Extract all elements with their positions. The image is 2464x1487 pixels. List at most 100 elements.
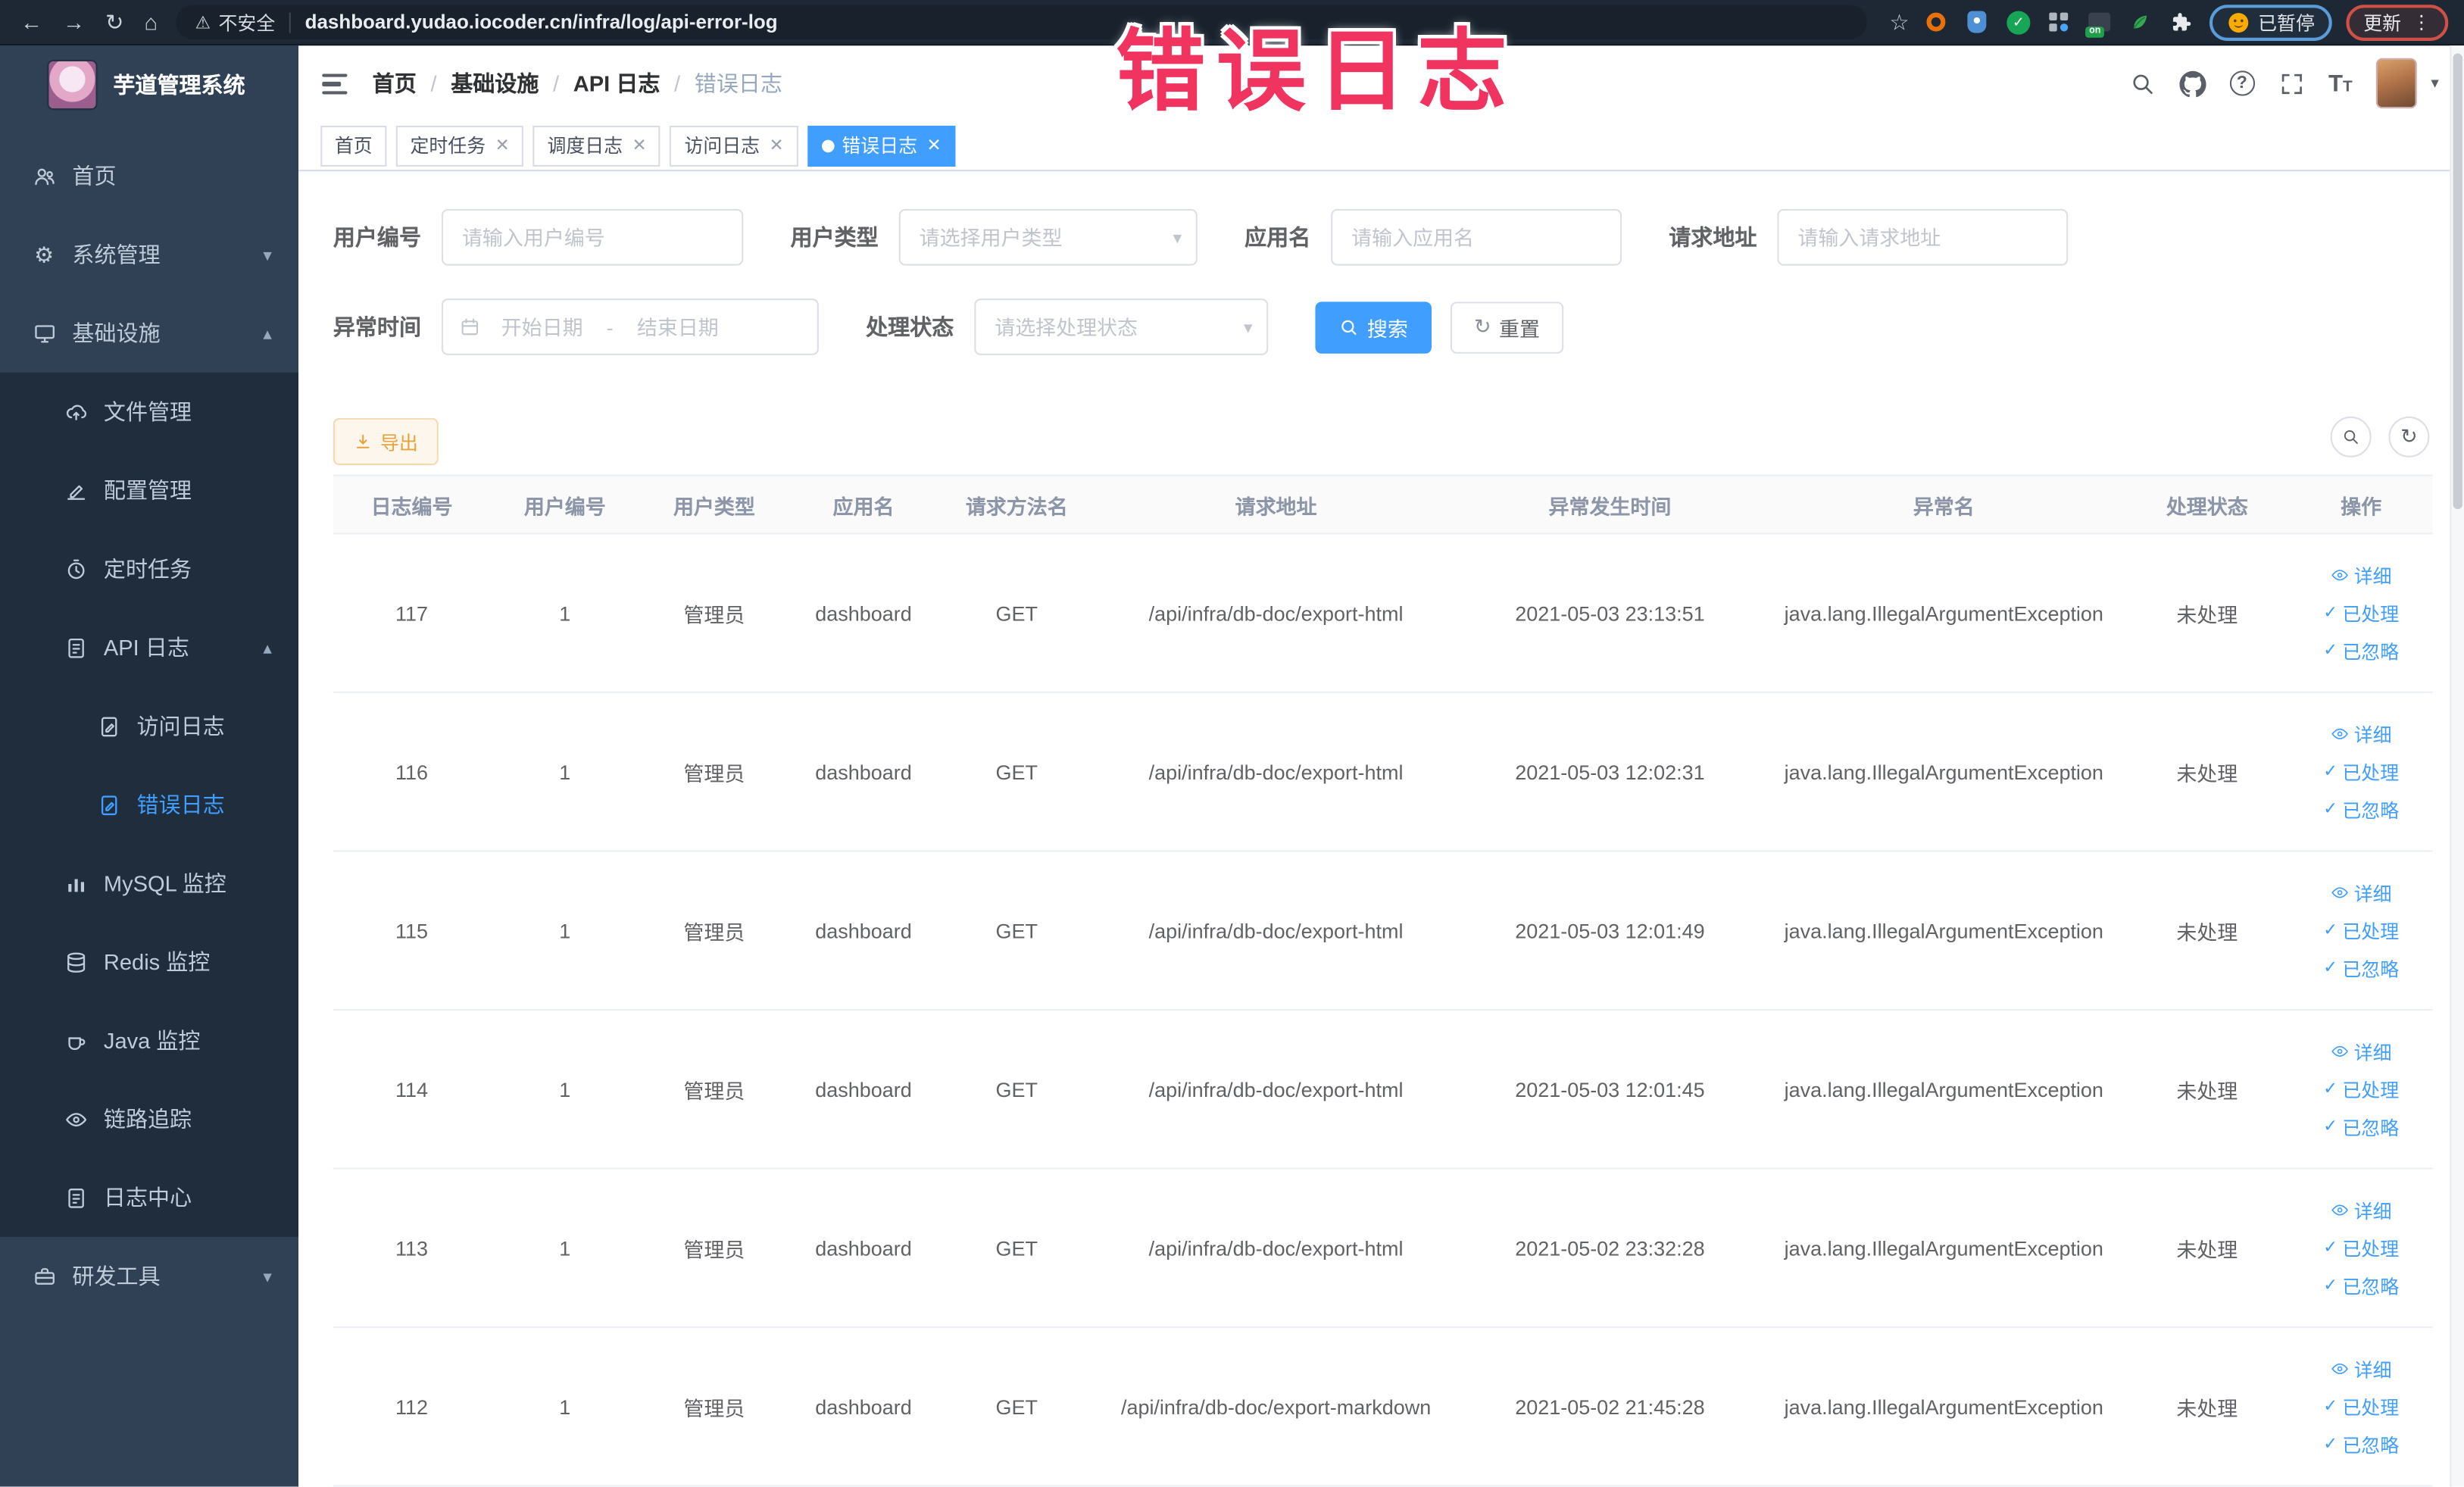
user-type-select[interactable] bbox=[898, 208, 1198, 266]
tab-error-log[interactable]: 错误日志 ✕ bbox=[807, 125, 956, 167]
search-button[interactable]: 搜索 bbox=[1315, 301, 1432, 353]
font-size-icon[interactable]: TT bbox=[2328, 72, 2353, 95]
sidebar-item-error-log[interactable]: 错误日志 bbox=[0, 765, 298, 844]
sidebar-item-home[interactable]: 首页 bbox=[0, 136, 298, 215]
mark-ignored-link[interactable]: ✓ 已忽略 bbox=[2323, 796, 2399, 823]
extension-leaf-icon[interactable] bbox=[2128, 8, 2154, 35]
close-icon[interactable]: ✕ bbox=[632, 136, 647, 156]
mark-processed-link[interactable]: ✓ 已处理 bbox=[2323, 1235, 2399, 1261]
back-icon[interactable]: ← bbox=[20, 11, 42, 33]
request-url-input[interactable] bbox=[1777, 208, 2069, 266]
close-icon[interactable]: ✕ bbox=[770, 136, 784, 156]
security-label[interactable]: 不安全 bbox=[219, 8, 276, 35]
end-date-input[interactable] bbox=[616, 313, 739, 341]
tab-scheduled-tasks[interactable]: 定时任务 ✕ bbox=[395, 125, 524, 167]
sidebar-item-mysql-monitor[interactable]: MySQL 监控 bbox=[0, 844, 298, 923]
sidebar-item-scheduled-tasks[interactable]: 定时任务 bbox=[0, 530, 298, 608]
detail-link[interactable]: 详细 bbox=[2331, 879, 2392, 906]
extension-adblock-icon[interactable] bbox=[1923, 8, 1950, 35]
close-icon[interactable]: ✕ bbox=[926, 136, 941, 156]
peoples-icon bbox=[30, 164, 58, 188]
mark-ignored-link[interactable]: ✓ 已忽略 bbox=[2323, 637, 2399, 664]
forward-icon[interactable]: → bbox=[63, 11, 85, 33]
extension-shield-icon[interactable] bbox=[1964, 8, 1991, 35]
scrollbar-thumb[interactable] bbox=[2453, 53, 2462, 510]
sidebar-item-log-center[interactable]: 日志中心 bbox=[0, 1158, 298, 1237]
breadcrumb-api-log[interactable]: API 日志 bbox=[573, 68, 661, 99]
close-icon[interactable]: ✕ bbox=[495, 136, 510, 156]
tab-access-log[interactable]: 访问日志 ✕ bbox=[670, 125, 798, 167]
detail-link[interactable]: 详细 bbox=[2331, 1038, 2392, 1064]
extension-switch-icon[interactable]: on bbox=[2085, 8, 2113, 38]
screen: ← → ↻ ⌂ ⚠ 不安全 dashboard.yudao.iocoder.cn… bbox=[0, 0, 2464, 1487]
mark-processed-link[interactable]: ✓ 已处理 bbox=[2323, 1393, 2399, 1420]
sidebar-item-access-log[interactable]: 访问日志 bbox=[0, 687, 298, 766]
detail-link[interactable]: 详细 bbox=[2331, 720, 2392, 747]
cell-time: 2021-05-02 21:45:28 bbox=[1515, 1395, 1705, 1419]
mark-ignored-link[interactable]: ✓ 已忽略 bbox=[2323, 1114, 2399, 1140]
paused-extension-pill[interactable]: 已暂停 bbox=[2209, 4, 2332, 40]
mark-ignored-link[interactable]: ✓ 已忽略 bbox=[2323, 1272, 2399, 1298]
sidebar-item-config-management[interactable]: 配置管理 bbox=[0, 451, 298, 530]
check-icon: ✓ bbox=[2323, 1117, 2338, 1136]
avatar-caret-icon[interactable]: ▾ bbox=[2431, 75, 2438, 92]
mark-processed-link[interactable]: ✓ 已处理 bbox=[2323, 917, 2399, 944]
reload-icon[interactable]: ↻ bbox=[105, 11, 123, 33]
export-button[interactable]: 导出 bbox=[333, 417, 439, 466]
user-avatar[interactable] bbox=[2375, 58, 2417, 109]
search-icon[interactable] bbox=[2128, 70, 2155, 97]
annotation-error-log: 错误日志 bbox=[1115, 22, 1519, 123]
user-id-input[interactable] bbox=[441, 208, 744, 266]
tab-schedule-log[interactable]: 调度日志 ✕ bbox=[532, 125, 661, 167]
sidebar-item-system-management[interactable]: ⚙ 系统管理 ▾ bbox=[0, 215, 298, 294]
github-icon[interactable] bbox=[2178, 70, 2206, 97]
mark-processed-link[interactable]: ✓ 已处理 bbox=[2323, 758, 2399, 785]
browser-update-button[interactable]: 更新 ⋮ bbox=[2346, 4, 2449, 40]
cell-url: /api/infra/db-doc/export-html bbox=[1148, 1236, 1404, 1260]
tab-home[interactable]: 首页 bbox=[320, 125, 387, 167]
browser-menu-icon[interactable]: ⋮ bbox=[2412, 11, 2431, 33]
toggle-search-button[interactable] bbox=[2330, 416, 2372, 458]
sidebar-item-api-log[interactable]: API 日志 ▴ bbox=[0, 608, 298, 687]
mark-ignored-link[interactable]: ✓ 已忽略 bbox=[2323, 954, 2399, 981]
app-name-input[interactable] bbox=[1331, 208, 1622, 266]
cell-method: GET bbox=[995, 760, 1038, 784]
sidebar: 芋道管理系统 首页 ⚙ 系统管理 ▾ 基础设施 ▴ 文件管理 配置管理 定时任务… bbox=[0, 45, 299, 1487]
date-range-picker[interactable]: - bbox=[441, 298, 819, 355]
hamburger-icon[interactable] bbox=[322, 73, 348, 95]
process-status-select[interactable] bbox=[974, 298, 1269, 355]
fullscreen-icon[interactable] bbox=[2278, 70, 2305, 97]
sidebar-item-dev-tools[interactable]: 研发工具 ▾ bbox=[0, 1237, 298, 1316]
breadcrumb-infrastructure[interactable]: 基础设施 bbox=[451, 68, 539, 99]
mark-processed-link[interactable]: ✓ 已处理 bbox=[2323, 1076, 2399, 1102]
detail-link[interactable]: 详细 bbox=[2331, 1197, 2392, 1223]
extension-grid-icon[interactable] bbox=[2046, 8, 2072, 35]
cell-user-id: 1 bbox=[559, 918, 571, 942]
eye-icon bbox=[2331, 1204, 2348, 1216]
page-scrollbar[interactable] bbox=[2450, 45, 2464, 1487]
sidebar-item-file-management[interactable]: 文件管理 bbox=[0, 373, 298, 451]
chevron-down-icon: ▾ bbox=[263, 1267, 272, 1287]
detail-link[interactable]: 详细 bbox=[2331, 562, 2392, 589]
detail-link[interactable]: 详细 bbox=[2331, 1355, 2392, 1382]
check-icon: ✓ bbox=[2323, 761, 2338, 781]
sidebar-item-trace[interactable]: 链路追踪 bbox=[0, 1079, 298, 1158]
chevron-down-icon: ▾ bbox=[263, 245, 272, 265]
sidebar-item-redis-monitor[interactable]: Redis 监控 bbox=[0, 923, 298, 1001]
sidebar-item-java-monitor[interactable]: Java 监控 bbox=[0, 1001, 298, 1080]
mark-ignored-link[interactable]: ✓ 已忽略 bbox=[2323, 1431, 2399, 1457]
help-icon[interactable]: ? bbox=[2229, 71, 2255, 97]
mark-processed-link[interactable]: ✓ 已处理 bbox=[2323, 599, 2399, 626]
refresh-table-button[interactable]: ↻ bbox=[2388, 416, 2430, 458]
extension-v-icon[interactable]: ✓ bbox=[2005, 8, 2031, 35]
bookmark-star-icon[interactable]: ☆ bbox=[1890, 8, 1910, 35]
extensions-puzzle-icon[interactable] bbox=[2169, 8, 2195, 35]
home-icon[interactable]: ⌂ bbox=[144, 11, 158, 33]
sidebar-logo-row[interactable]: 芋道管理系统 bbox=[0, 45, 298, 124]
reset-button[interactable]: ↻ 重置 bbox=[1450, 301, 1564, 353]
sidebar-item-infrastructure[interactable]: 基础设施 ▴ bbox=[0, 294, 298, 373]
url-text[interactable]: dashboard.yudao.iocoder.cn/infra/log/api… bbox=[305, 11, 778, 33]
breadcrumb-home[interactable]: 首页 bbox=[373, 68, 417, 99]
start-date-input[interactable] bbox=[480, 313, 604, 341]
address-bar[interactable]: ⚠ 不安全 dashboard.yudao.iocoder.cn/infra/l… bbox=[176, 5, 1868, 39]
